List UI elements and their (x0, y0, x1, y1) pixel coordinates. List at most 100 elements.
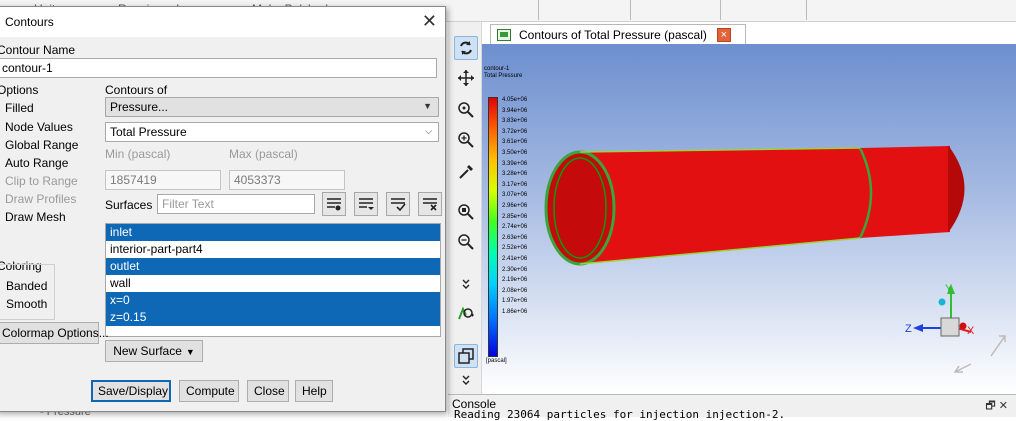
surfaces-list[interactable]: inlet interior-part-part4 outlet wall x=0 z=0… (105, 223, 441, 337)
axis-x-label: X (967, 325, 975, 337)
pipe-outlet-face (947, 145, 965, 233)
chevron-down-icon: ▼ (423, 101, 432, 111)
help-button[interactable]: Help (295, 380, 333, 402)
tab-graphics-contours[interactable]: Contours of Total Pressure (pascal) × (490, 24, 746, 44)
select-dropdown-button[interactable] (354, 192, 378, 216)
refresh-icon (460, 41, 472, 55)
chevron-down-icon: ▼ (185, 347, 195, 357)
new-surface-button[interactable]: New Surface ▼ (105, 340, 203, 362)
colorbar-unit: [pascal] (486, 358, 507, 364)
colorbar-tick-label: 2.85e+06 (502, 213, 528, 220)
colorbar-tick-label: 1.97e+06 (502, 298, 528, 305)
option-draw-mesh[interactable]: Draw Mesh (5, 210, 66, 224)
close-button[interactable]: Close (247, 380, 289, 402)
coloring-group: Banded Smooth (0, 264, 55, 320)
option-draw-profiles[interactable]: Draw Profiles (5, 192, 76, 206)
surface-list-item[interactable]: interior-part-part4 (106, 241, 440, 258)
colorbar-tick-label: 2.08e+06 (502, 287, 528, 294)
coloring-smooth[interactable]: Smooth (6, 297, 47, 311)
axis-y-dot (938, 298, 946, 306)
colorbar-tick-label: 2.96e+06 (502, 202, 528, 209)
console-output-line: Reading 23064 particles for injection in… (454, 408, 786, 421)
colorbar-tick-label: 2.52e+06 (502, 245, 528, 252)
contour-name-input[interactable]: contour-1 (0, 58, 437, 78)
compute-button[interactable]: Compute (179, 380, 239, 402)
zoom-in-button[interactable] (454, 128, 478, 152)
filter-options-button[interactable] (322, 192, 346, 216)
colormap-options-button[interactable]: Colormap Options... (0, 322, 109, 344)
min-value-field[interactable]: 1857419 (105, 170, 221, 190)
option-filled[interactable]: Filled (5, 101, 34, 115)
colorbar-tick-label: 2.74e+06 (502, 224, 528, 231)
chevron-double-down-icon (462, 375, 470, 385)
refresh-view-button[interactable] (454, 36, 478, 60)
surface-list-item[interactable]: outlet (106, 258, 440, 275)
surface-list-item[interactable]: wall (106, 275, 440, 292)
deselect-all-button[interactable] (418, 192, 442, 216)
zoom-out-button[interactable] (454, 230, 478, 254)
zoom-in-icon (458, 132, 474, 148)
dialog-titlebar[interactable]: Contours ✕ (0, 7, 445, 37)
tab-graphics-label: Contours of Total Pressure (pascal) (519, 27, 707, 42)
rotate-arrow-icon[interactable] (990, 335, 1006, 357)
surface-list-item[interactable]: inlet (106, 224, 440, 241)
menubar-separator (538, 0, 539, 20)
option-node-values[interactable]: Node Values (5, 120, 73, 134)
close-icon[interactable]: ✕ (422, 11, 437, 31)
rotate-arrow-icon[interactable] (953, 363, 972, 373)
colorbar-tick-label: 2.30e+06 (502, 266, 528, 273)
chevron-down-icon: ⌵ (425, 126, 432, 136)
colorbar-tick-label: 3.39e+06 (502, 160, 528, 167)
view-orientation-button[interactable] (454, 302, 478, 326)
chevron-double-down-icon (462, 279, 470, 289)
surface-list-item[interactable]: z=0.15 (106, 309, 440, 326)
pipe-geometry-render (544, 145, 965, 266)
console-window-controls[interactable]: 🗗 ✕ (985, 397, 1008, 416)
max-value-field[interactable]: 4053373 (229, 170, 345, 190)
list-dropdown-icon (359, 198, 374, 210)
axis-triad: Y Z X (905, 283, 1006, 373)
menubar-separator (720, 0, 721, 20)
axis-z-label: Z (905, 323, 912, 335)
colorbar-tick-label: 1.86e+06 (502, 308, 528, 315)
colorbar-tick-label: 3.17e+06 (502, 181, 528, 188)
colorbar-tick-label: 4.05e+06 (502, 97, 528, 103)
zoom-out-icon (458, 234, 474, 250)
zoom-fit-button[interactable] (454, 200, 478, 224)
colorbar-tick-label: 3.94e+06 (502, 107, 528, 114)
option-global-range[interactable]: Global Range (5, 138, 78, 152)
windows-stack-icon (458, 348, 474, 364)
probe-button[interactable] (454, 160, 478, 184)
save-display-button[interactable]: Save/Display (91, 380, 171, 402)
zoom-button[interactable] (454, 98, 478, 122)
surfaces-filter-input[interactable]: Filter Text (157, 194, 315, 214)
coloring-banded[interactable]: Banded (6, 279, 47, 293)
colorbar-tick-labels: 4.05e+06 3.94e+06 3.83e+06 3.72e+06 3.61e+06… (502, 95, 542, 317)
more-tools-button[interactable] (454, 272, 478, 296)
dialog-title: Contours (5, 15, 54, 29)
contours-of-variable-value: Total Pressure (110, 125, 187, 139)
option-clip-to-range[interactable]: Clip to Range (5, 174, 78, 188)
option-auto-range[interactable]: Auto Range (5, 156, 68, 170)
colorbar-tick-label: 2.63e+06 (502, 234, 528, 241)
pan-button[interactable] (454, 66, 478, 90)
colorbar-tick-label: 3.61e+06 (502, 139, 528, 146)
contours-dialog: Contours ✕ Contour Name contour-1 Option… (0, 6, 446, 412)
pipe-inlet-face (544, 150, 616, 266)
select-all-button[interactable] (386, 192, 410, 216)
colorbar-title: contour-1 Total Pressure (484, 66, 522, 80)
colorbar-tick-label: 3.07e+06 (502, 192, 528, 199)
surface-list-item[interactable]: x=0 (106, 292, 440, 309)
colorbar-tick-label: 3.72e+06 (502, 128, 528, 135)
tab-close-icon[interactable]: × (716, 27, 731, 42)
contours-of-category-select[interactable]: Pressure... ▼ (105, 97, 439, 117)
graphics-window-icon (497, 28, 511, 41)
contours-of-variable-select[interactable]: Total Pressure ⌵ (105, 122, 439, 142)
more-tools-bottom-button[interactable] (454, 368, 478, 392)
zoom-icon (458, 102, 474, 118)
view-layout-button[interactable] (454, 344, 478, 368)
min-label: Min (pascal) (105, 147, 171, 161)
orientation-icon (458, 306, 474, 320)
max-label: Max (pascal) (229, 147, 298, 161)
list-check-icon (391, 198, 406, 212)
